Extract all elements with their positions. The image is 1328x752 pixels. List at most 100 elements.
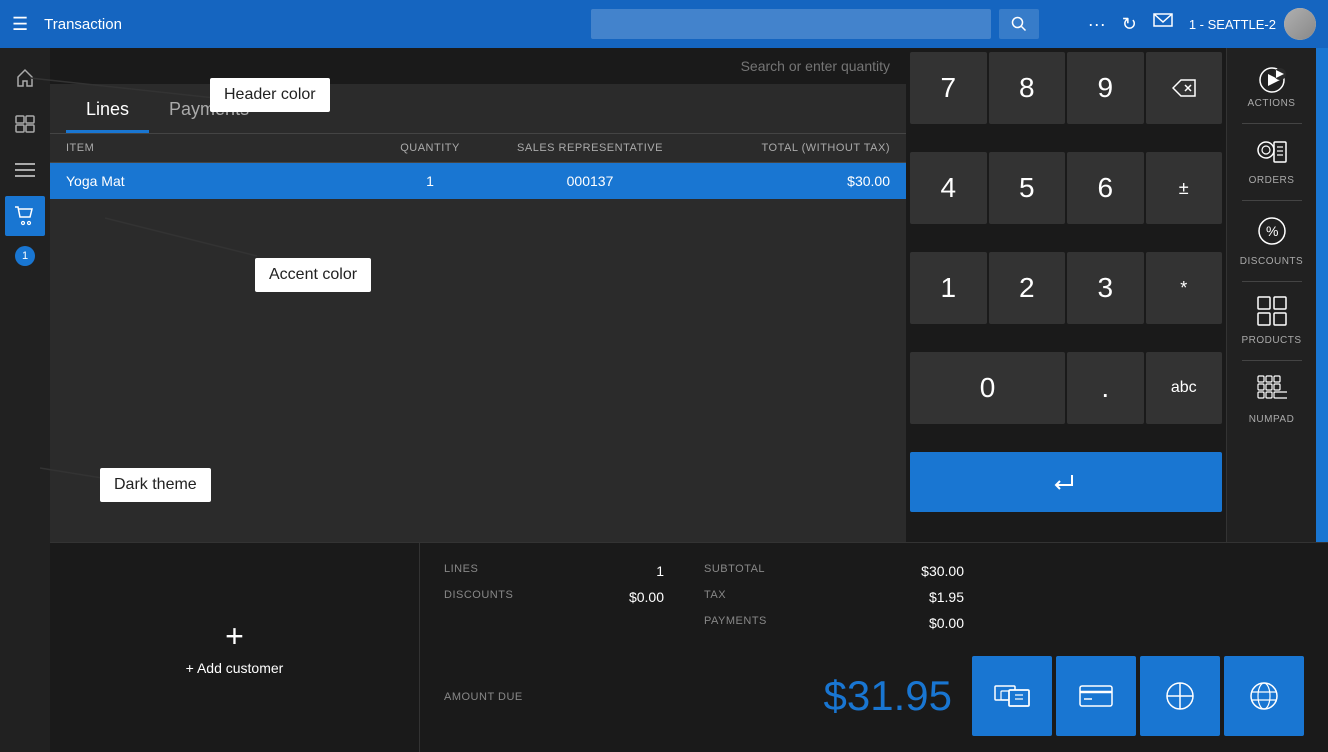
user-info: 1 - SEATTLE-2	[1189, 8, 1316, 40]
action-orders[interactable]: ORDERS	[1232, 128, 1312, 196]
sidebar-item-home[interactable]	[5, 58, 45, 98]
numpad-8[interactable]: 8	[989, 52, 1066, 124]
action-discounts-label: DISCOUNTS	[1240, 256, 1303, 267]
cell-item: Yoga Mat	[66, 173, 370, 189]
cell-quantity: 1	[370, 173, 490, 189]
pay-split-button[interactable]	[1140, 656, 1220, 736]
payments-value: $0.00	[929, 615, 964, 631]
tabs: Lines Payments	[50, 84, 906, 134]
discounts-row: DISCOUNTS $0.00	[444, 589, 664, 605]
numpad-2[interactable]: 2	[989, 252, 1066, 324]
orders-icon	[1256, 138, 1288, 166]
app-title: Transaction	[44, 16, 558, 33]
left-sidebar: 1	[0, 48, 50, 752]
col-header-quantity: QUANTITY	[370, 142, 490, 154]
actions-sidebar: ACTIONS	[1226, 48, 1316, 542]
discounts-icon: %	[1256, 215, 1288, 247]
add-customer-label: + Add customer	[186, 660, 284, 676]
discounts-label: DISCOUNTS	[444, 589, 513, 605]
actions-divider-1	[1242, 123, 1302, 124]
pay-cash-button[interactable]	[972, 656, 1052, 736]
main-container: 1 Lines Payments ITEM QUANTITY	[0, 48, 1328, 752]
menu-lines-icon	[15, 162, 35, 178]
products-action-icon	[1257, 296, 1287, 326]
numpad-multiply[interactable]: *	[1146, 252, 1223, 324]
pay-other-button[interactable]	[1224, 656, 1304, 736]
content-area: Lines Payments ITEM QUANTITY SALES REPRE…	[50, 48, 1328, 752]
bottom-bar: + + Add customer LINES 1 DISCOUNTS	[50, 542, 1328, 752]
discounts-value: $0.00	[629, 589, 664, 605]
actions-divider-3	[1242, 281, 1302, 282]
action-actions-label: ACTIONS	[1248, 98, 1296, 109]
action-numpad-label: NUMPAD	[1249, 414, 1295, 425]
add-customer-section[interactable]: + + Add customer	[50, 543, 420, 752]
amount-due-section: AMOUNT DUE	[444, 687, 523, 705]
actions-divider-4	[1242, 360, 1302, 361]
sidebar-item-products[interactable]	[5, 104, 45, 144]
tab-lines[interactable]: Lines	[66, 89, 149, 133]
totals-details: LINES 1 DISCOUNTS $0.00 SUBTOTAL $30.00	[444, 563, 1304, 631]
numpad-dot[interactable]: .	[1067, 352, 1144, 424]
svg-text:%: %	[1266, 223, 1278, 239]
quantity-search-input[interactable]	[709, 58, 890, 74]
action-discounts[interactable]: % DISCOUNTS	[1232, 205, 1312, 277]
search-icon	[1011, 16, 1027, 32]
split-icon	[1165, 681, 1195, 711]
cell-sales-rep: 000137	[490, 173, 690, 189]
col-header-item: ITEM	[66, 142, 370, 154]
amount-due-label: AMOUNT DUE	[444, 691, 523, 703]
numpad-grid: 7 8 9 4 5 6 ± 1 2 3 *	[906, 48, 1226, 542]
lines-value: 1	[656, 563, 664, 579]
numpad-enter[interactable]	[910, 452, 1222, 512]
payments-row: PAYMENTS $0.00	[704, 615, 964, 631]
more-icon[interactable]: ···	[1088, 14, 1106, 35]
cell-total: $30.00	[690, 173, 890, 189]
pay-card-button[interactable]	[1056, 656, 1136, 736]
cash-icon	[994, 682, 1030, 710]
payments-label: PAYMENTS	[704, 615, 767, 631]
top-search-input[interactable]	[591, 9, 991, 39]
actions-right-bar	[1316, 48, 1328, 542]
numpad-4[interactable]: 4	[910, 152, 987, 224]
numpad-5[interactable]: 5	[989, 152, 1066, 224]
products-action-icon-wrapper	[1257, 296, 1287, 331]
numpad-0[interactable]: 0	[910, 352, 1065, 424]
payment-buttons	[972, 656, 1304, 736]
totals-left: LINES 1 DISCOUNTS $0.00	[444, 563, 664, 631]
numpad-3[interactable]: 3	[1067, 252, 1144, 324]
dark-theme-callout: Dark theme	[100, 468, 211, 502]
user-location-label: 1 - SEATTLE-2	[1189, 17, 1276, 32]
actions-icons	[1258, 66, 1286, 94]
numpad-abc[interactable]: abc	[1146, 352, 1223, 424]
subtotal-row: SUBTOTAL $30.00	[704, 563, 964, 579]
tax-row: TAX $1.95	[704, 589, 964, 605]
numpad-backspace[interactable]	[1146, 52, 1223, 124]
numpad-6[interactable]: 6	[1067, 152, 1144, 224]
menu-icon[interactable]: ☰	[12, 14, 28, 35]
avatar	[1284, 8, 1316, 40]
table-header: ITEM QUANTITY SALES REPRESENTATIVE TOTAL…	[50, 134, 906, 163]
tax-value: $1.95	[929, 589, 964, 605]
tax-label: TAX	[704, 589, 726, 605]
message-icon[interactable]	[1153, 13, 1173, 36]
discounts-icon-wrapper: %	[1256, 215, 1288, 252]
action-products[interactable]: PRODUCTS	[1232, 286, 1312, 356]
header-color-callout: Header color	[210, 78, 330, 112]
action-numpad[interactable]: NUMPAD	[1232, 365, 1312, 435]
refresh-icon[interactable]: ↻	[1122, 14, 1137, 35]
search-bar	[50, 48, 906, 84]
numpad-action-icon	[1257, 375, 1287, 405]
numpad-7[interactable]: 7	[910, 52, 987, 124]
numpad-plusminus[interactable]: ±	[1146, 152, 1223, 224]
card-icon	[1078, 683, 1114, 709]
numpad-1[interactable]: 1	[910, 252, 987, 324]
actions-divider-2	[1242, 200, 1302, 201]
subtotal-label: SUBTOTAL	[704, 563, 765, 579]
action-actions[interactable]: ACTIONS	[1232, 56, 1312, 119]
sidebar-item-menu[interactable]	[5, 150, 45, 190]
numpad-9[interactable]: 9	[1067, 52, 1144, 124]
table-row[interactable]: Yoga Mat 1 000137 $30.00	[50, 163, 906, 199]
top-search-button[interactable]	[999, 9, 1039, 39]
sidebar-item-cart[interactable]	[5, 196, 45, 236]
cart-icon	[14, 206, 36, 226]
